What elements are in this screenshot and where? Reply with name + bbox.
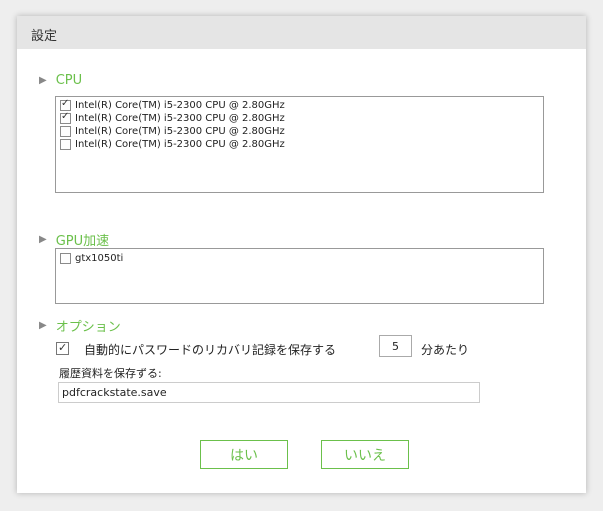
gpu-section-header[interactable]: ▶ GPU加速 bbox=[39, 230, 109, 249]
interval-unit-label: 分あたり bbox=[421, 343, 470, 357]
save-path-input[interactable]: pdfcrackstate.save bbox=[58, 382, 480, 403]
settings-dialog: 設定 ▶ CPU Intel(R) Core(TM) i5-2300 CPU @… bbox=[17, 16, 586, 493]
checkbox-icon[interactable] bbox=[60, 111, 71, 124]
cpu-list[interactable]: Intel(R) Core(TM) i5-2300 CPU @ 2.80GHz … bbox=[55, 96, 544, 193]
checkbox-icon[interactable] bbox=[60, 253, 71, 264]
cpu-list-item[interactable]: Intel(R) Core(TM) i5-2300 CPU @ 2.80GHz bbox=[56, 111, 543, 125]
gpu-section-label: GPU加速 bbox=[55, 234, 110, 249]
expand-triangle-icon: ▶ bbox=[39, 234, 47, 245]
dialog-title: 設定 bbox=[31, 29, 58, 44]
checkbox-icon[interactable] bbox=[60, 98, 71, 111]
cpu-list-item[interactable]: Intel(R) Core(TM) i5-2300 CPU @ 2.80GHz bbox=[56, 125, 543, 138]
no-button[interactable]: いいえ bbox=[321, 440, 409, 469]
save-path-label: 履歴資料を保存ずる: bbox=[59, 367, 162, 380]
autosave-label: 自動的にパスワードのリカバリ記録を保存する bbox=[84, 343, 337, 357]
interval-input[interactable]: 5 bbox=[379, 335, 412, 357]
checkbox-icon[interactable] bbox=[60, 126, 71, 137]
expand-triangle-icon: ▶ bbox=[39, 75, 47, 86]
checkbox-icon[interactable] bbox=[60, 139, 71, 150]
cpu-section-header[interactable]: ▶ CPU bbox=[39, 73, 82, 88]
options-section-label: オプション bbox=[55, 320, 121, 335]
cpu-list-item[interactable]: Intel(R) Core(TM) i5-2300 CPU @ 2.80GHz bbox=[56, 138, 543, 151]
yes-button[interactable]: はい bbox=[200, 440, 288, 469]
expand-triangle-icon: ▶ bbox=[39, 320, 47, 331]
gpu-list[interactable]: gtx1050ti bbox=[55, 248, 544, 304]
autosave-checkbox[interactable] bbox=[56, 341, 69, 355]
gpu-list-item[interactable]: gtx1050ti bbox=[56, 252, 543, 265]
options-section-header[interactable]: ▶ オプション bbox=[39, 316, 121, 335]
title-bar: 設定 bbox=[17, 16, 586, 49]
cpu-section-label: CPU bbox=[55, 73, 83, 88]
cpu-list-item[interactable]: Intel(R) Core(TM) i5-2300 CPU @ 2.80GHz bbox=[56, 98, 543, 112]
